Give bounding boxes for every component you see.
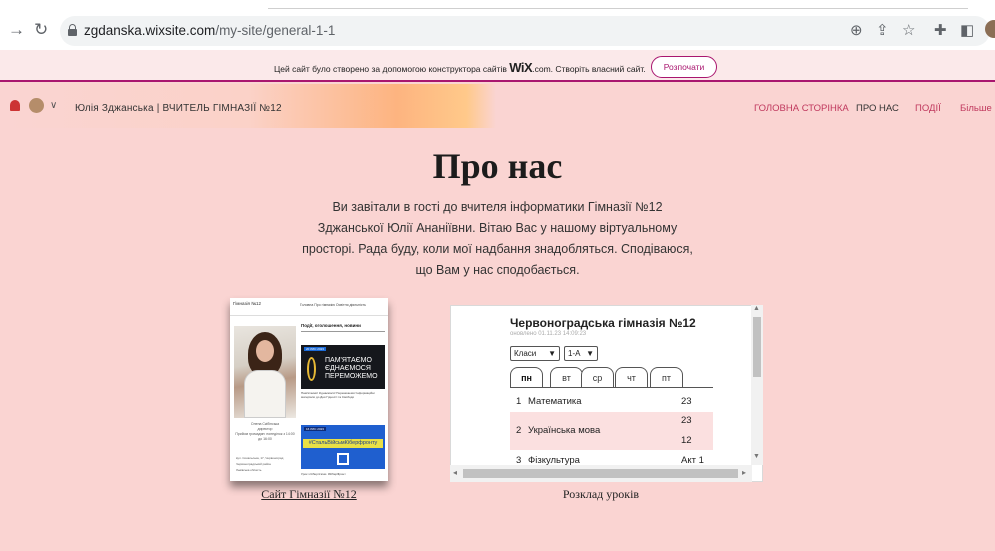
chevron-down-icon[interactable]: ∨ <box>50 100 57 111</box>
thumb-news-title: Події, оголошення, новини <box>301 323 361 328</box>
tab-wednesday[interactable]: ср <box>581 367 614 387</box>
tab-monday[interactable]: пн <box>510 367 543 388</box>
scroll-right-icon[interactable]: ▸ <box>742 468 746 477</box>
schedule-widget: Червоноградська гімназія №12 оновлено 01… <box>450 305 763 482</box>
scroll-left-icon[interactable]: ◂ <box>453 468 457 477</box>
thumb-divider <box>230 315 388 316</box>
forward-arrow-icon[interactable]: → <box>8 20 25 40</box>
lesson-row: 2 Українська мова 23 12 <box>510 412 713 450</box>
tab-tuesday[interactable]: вт <box>550 367 583 387</box>
reload-icon[interactable]: ↻ <box>34 20 48 40</box>
wheat-icon <box>307 357 316 381</box>
sidebar-icon[interactable]: ◧ <box>960 21 974 39</box>
schedule-vertical-scrollbar[interactable]: ▲ ▼ <box>751 305 763 465</box>
thumb-banner-2-date: 16 ЛИС 2023 <box>304 427 326 431</box>
star-icon[interactable]: ☆ <box>902 21 915 39</box>
scroll-thumb[interactable] <box>753 317 761 377</box>
wix-start-button[interactable]: Розпочати <box>651 56 717 78</box>
zoom-icon[interactable]: ⊕ <box>850 21 863 39</box>
thumb-site-name: Гімназія №12 <box>233 301 262 306</box>
schedule-updated: оновлено 01.11.23 14:09:23 <box>510 331 587 337</box>
url-text[interactable]: zgdanska.wixsite.com/my-site/general-1-1 <box>84 23 335 38</box>
tabs-baseline <box>510 387 713 388</box>
school-site-link[interactable]: Сайт Гімназії №12 <box>230 487 388 502</box>
thumb-banner-2-caption: Урок з Кібергігієни. #КіберФронт <box>301 472 346 476</box>
qr-code-icon <box>337 453 349 465</box>
browser-toolbar: → ↻ zgdanska.wixsite.com/my-site/general… <box>0 0 995 50</box>
lesson-row: 1 Математика 23 <box>516 396 692 407</box>
thumb-banner-1-date: 20 ЛИС 2023 <box>304 347 326 351</box>
schedule-caption: Розклад уроків <box>562 487 640 501</box>
schedule-horizontal-scrollbar[interactable]: ◂ ▸ <box>450 465 752 482</box>
address-bar[interactable]: zgdanska.wixsite.com/my-site/general-1-1… <box>60 16 990 46</box>
schedule-school-name: Червоноградська гімназія №12 <box>510 316 696 330</box>
menu-item-more[interactable]: Більше <box>960 103 992 114</box>
wix-logo: WiX <box>509 60 533 75</box>
thumb-news-divider <box>301 331 385 332</box>
scroll-up-icon[interactable]: ▲ <box>753 305 760 312</box>
thumb-news-banner-1: 20 ЛИС 2023 ПАМ'ЯТАЄМО ЄДНАЄМОСЯ ПЕРЕМОЖ… <box>301 345 385 389</box>
school-site-thumbnail[interactable]: Гімназія №12 Головна Про гімназію Освітн… <box>230 298 388 481</box>
share-icon[interactable]: ⇪ <box>876 21 889 39</box>
lock-icon[interactable] <box>68 24 77 36</box>
site-title[interactable]: Юлія Зджанська | ВЧИТЕЛЬ ГІМНАЗІЇ №12 <box>75 103 282 114</box>
tab-thursday[interactable]: чт <box>615 367 648 387</box>
menu-item-events[interactable]: ПОДІЇ <box>915 103 941 114</box>
thumb-news-banner-2: 16 ЛИС 2023 #СтальВійсьмКіберфронту <box>301 425 385 469</box>
wix-promo-text: Цей сайт було створено за допомогою конс… <box>274 60 646 75</box>
tab-strip-divider <box>268 8 968 9</box>
extensions-icon[interactable]: ✚ <box>934 21 947 39</box>
intro-text: Ви завітали в гості до вчителя інформати… <box>302 200 693 277</box>
wix-promo-banner: Цей сайт було створено за допомогою конс… <box>0 50 995 82</box>
thumb-banner-2-tag: #СтальВійсьмКіберфронту <box>303 439 383 448</box>
thumb-director-info: Олена Скібінська директор Прийом громадя… <box>235 422 295 441</box>
page-title: Про нас <box>432 146 563 186</box>
avatar[interactable] <box>29 98 44 113</box>
bell-icon[interactable] <box>10 100 20 111</box>
menu-item-home[interactable]: ГОЛОВНА СТОРІНКА <box>754 103 849 114</box>
thumb-nav: Головна Про гімназію Освітня діяльність <box>300 303 366 307</box>
menu-item-about[interactable]: ПРО НАС <box>856 103 899 114</box>
teacher-photo <box>234 326 296 418</box>
thumb-banner-1-caption: Пам'ятаємо! Єднаємося! Переможемо! Інфор… <box>301 391 375 399</box>
site-header: ∨ Юлія Зджанська | ВЧИТЕЛЬ ГІМНАЗІЇ №12 … <box>0 84 995 128</box>
scroll-thumb[interactable] <box>463 469 738 478</box>
thumb-address: вул. Сокальська, 17, Червоноград Червоно… <box>236 456 284 472</box>
scroll-down-icon[interactable]: ▼ <box>753 453 760 460</box>
chevron-down-icon: ▼ <box>548 349 556 358</box>
class-select[interactable]: Класи ▼ <box>510 346 560 361</box>
chevron-down-icon: ▼ <box>586 349 594 358</box>
tab-friday[interactable]: пт <box>650 367 683 387</box>
thumb-banner-1-text: ПАМ'ЯТАЄМО ЄДНАЄМОСЯ ПЕРЕМОЖЕМО <box>325 357 378 380</box>
grade-select[interactable]: 1-А ▼ <box>564 346 598 361</box>
